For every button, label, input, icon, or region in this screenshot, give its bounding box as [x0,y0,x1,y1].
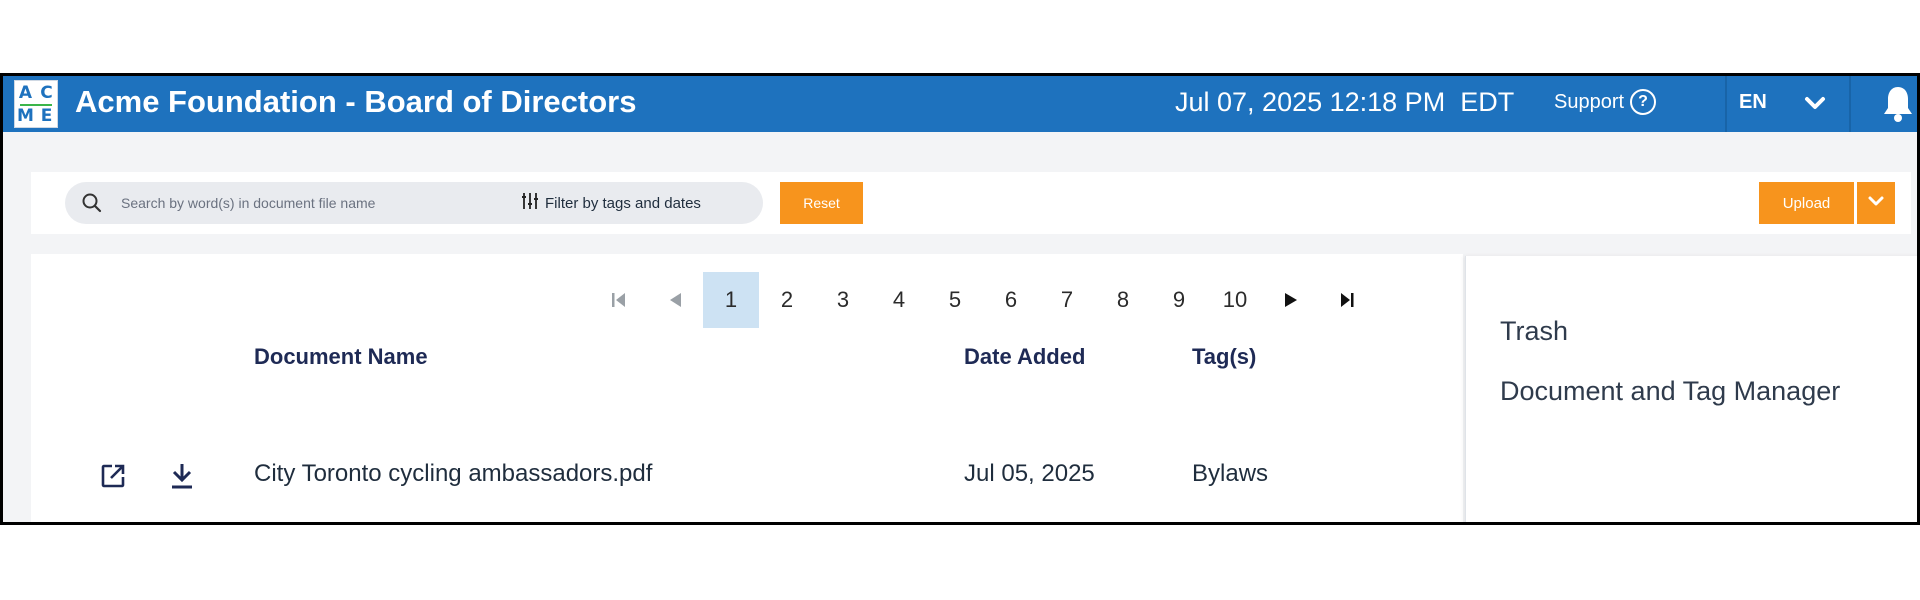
document-tag-manager-link[interactable]: Document and Tag Manager [1500,376,1840,407]
language-label[interactable]: EN [1739,91,1767,114]
prev-page-icon[interactable] [647,272,703,328]
pagination: 1 2 3 4 5 6 7 8 9 10 [591,272,1375,328]
page-button[interactable]: 10 [1207,272,1263,328]
support-link[interactable]: Support ? [1554,89,1657,115]
help-circle-icon: ? [1630,89,1657,115]
sliders-icon [521,192,539,214]
next-page-icon[interactable] [1263,272,1319,328]
page-button[interactable]: 3 [815,272,871,328]
document-tags: Bylaws [1192,460,1269,487]
logo-letter: A [18,82,33,103]
logo-letter: C [40,82,53,103]
search-input[interactable] [121,190,481,216]
page-button[interactable]: 7 [1039,272,1095,328]
column-header-document-name[interactable]: Document Name [254,344,428,370]
document-list-panel: 1 2 3 4 5 6 7 8 9 10 Document Name Date … [31,254,1463,522]
side-panel: Trash Document and Tag Manager [1465,256,1917,522]
acme-logo[interactable]: A C M E [14,80,58,128]
logo-letter: M [17,105,34,126]
header-divider [1725,76,1727,132]
page-button[interactable]: 5 [927,272,983,328]
header-divider [1849,76,1851,132]
current-datetime: Jul 07, 2025 12:18 PM EDT [1175,87,1515,117]
date-added: Jul 05, 2025 [964,460,1095,487]
page-button[interactable]: 1 [703,272,759,328]
search-box: Filter by tags and dates [65,182,763,224]
first-page-icon[interactable] [591,272,647,328]
chevron-down-icon [1867,192,1885,215]
trash-link[interactable]: Trash [1500,316,1568,347]
last-page-icon[interactable] [1319,272,1375,328]
filter-button[interactable]: Filter by tags and dates [521,190,701,216]
page-button[interactable]: 6 [983,272,1039,328]
upload-menu-button[interactable] [1857,182,1895,224]
page-button[interactable]: 2 [759,272,815,328]
app-window: A C M E Acme Foundation - Board of Direc… [0,73,1920,525]
page-button[interactable]: 8 [1095,272,1151,328]
page-button[interactable]: 4 [871,272,927,328]
logo-divider [20,104,52,106]
upload-button[interactable]: Upload [1759,182,1854,224]
document-name[interactable]: City Toronto cycling ambassadors.pdf [254,460,652,488]
document-toolbar: Filter by tags and dates Reset Upload [31,172,1911,234]
open-external-icon[interactable] [99,462,127,495]
column-header-tags[interactable]: Tag(s) [1192,344,1256,370]
top-header: A C M E Acme Foundation - Board of Direc… [3,76,1917,132]
page-button[interactable]: 9 [1151,272,1207,328]
logo-letter: E [40,105,53,126]
app-title: Acme Foundation - Board of Directors [75,84,637,119]
table-row[interactable]: City Toronto cycling ambassadors.pdf Jul… [31,450,1463,506]
support-label: Support [1554,90,1625,113]
download-icon[interactable] [169,462,195,495]
bell-icon[interactable] [1881,84,1915,129]
reset-button[interactable]: Reset [780,182,863,224]
search-icon[interactable] [81,192,103,219]
filter-label: Filter by tags and dates [545,194,701,212]
column-header-date-added[interactable]: Date Added [964,344,1085,370]
chevron-down-icon[interactable] [1802,90,1828,121]
